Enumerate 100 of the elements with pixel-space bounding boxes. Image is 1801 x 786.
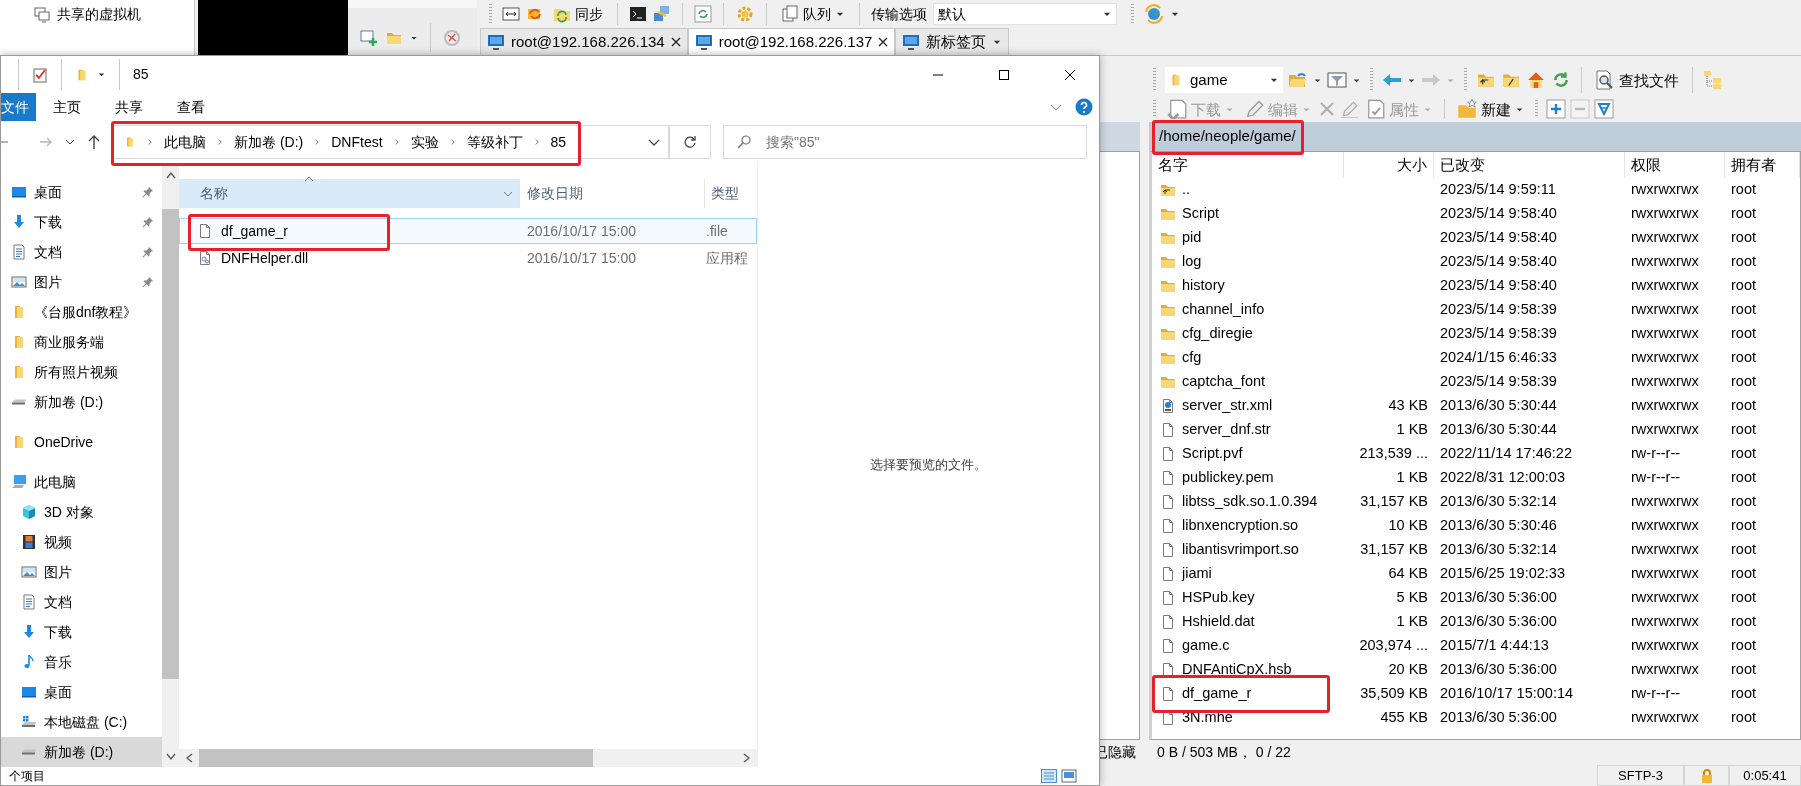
column-header[interactable]: 权限 (1625, 152, 1725, 178)
filter-icon[interactable] (1327, 71, 1347, 89)
breadcrumb-item[interactable]: 85 (550, 131, 567, 153)
file-name[interactable]: cfg_diregie (1182, 323, 1253, 345)
file-name[interactable]: pid (1182, 227, 1202, 249)
file-name[interactable]: .. (1182, 179, 1191, 201)
settings-icon[interactable] (735, 4, 755, 24)
location-dropdown[interactable]: game (1165, 67, 1283, 93)
nav-item[interactable]: 视频 (1, 527, 162, 557)
breadcrumb-item[interactable]: 等级补丁 (466, 131, 523, 153)
back-arrow-icon[interactable] (1382, 72, 1402, 88)
file-row[interactable]: pid 2023/5/14 9:58:40 rwxrwxrwx root (1152, 226, 1800, 250)
file-name[interactable]: Hshield.dat (1182, 611, 1255, 633)
nav-item[interactable]: 图片 (1, 557, 162, 587)
ribbon-tab[interactable]: 共享 (98, 93, 160, 121)
nav-item[interactable]: 音乐 (1, 647, 162, 677)
search-field[interactable]: 搜索"85" (723, 125, 1087, 159)
nav-item[interactable]: 所有照片视频 (1, 357, 162, 387)
file-row[interactable]: history 2023/5/14 9:58:40 rwxrwxrwx root (1152, 274, 1800, 298)
file-name[interactable]: Script.pvf (1182, 443, 1243, 465)
file-name[interactable]: log (1182, 251, 1202, 273)
file-name[interactable]: HSPub.key (1182, 587, 1255, 609)
column-header[interactable]: 类型 (705, 179, 757, 208)
file-name[interactable]: libantisvrimport.so (1182, 539, 1299, 561)
rename-icon[interactable] (1340, 100, 1358, 118)
nav-item[interactable]: 下载 (1, 617, 162, 647)
up-icon[interactable] (87, 134, 101, 150)
compare-icon[interactable] (502, 6, 520, 22)
nav-item[interactable]: 图片 (1, 267, 162, 297)
file-name[interactable]: captcha_font (1182, 371, 1266, 393)
home-icon[interactable] (1526, 71, 1546, 89)
file-row[interactable]: cfg 2024/1/15 6:46:33 rwxrwxrwx root (1152, 346, 1800, 370)
file-row[interactable]: df_game_r 2016/10/17 15:00 .file (179, 218, 757, 244)
globe-sync-icon[interactable] (1144, 4, 1164, 24)
pin-icon[interactable] (142, 216, 154, 228)
forward-icon[interactable] (39, 135, 53, 149)
file-row[interactable]: captcha_font 2023/5/14 9:58:39 rwxrwxrwx root (1152, 370, 1800, 394)
file-name[interactable]: df_game_r (1182, 683, 1252, 705)
open-folder-icon[interactable] (1288, 71, 1308, 89)
large-icons-view-icon[interactable] (1061, 769, 1077, 783)
pin-icon[interactable] (142, 186, 154, 198)
file-name[interactable]: jiami (1182, 563, 1212, 585)
file-row[interactable]: cfg_diregie 2023/5/14 9:58:39 rwxrwxrwx root (1152, 322, 1800, 346)
file-row[interactable]: libnxencryption.so 10 KB 2013/6/30 5:30:46 rwxrwxrwx root (1152, 514, 1800, 538)
file-row[interactable]: DNFAntiCpX.hsb 20 KB 2013/6/30 5:36:00 rwxrwxrwx root (1152, 658, 1800, 682)
nav-item[interactable]: 新加卷 (D:) (1, 387, 162, 417)
root-folder-icon[interactable] (1501, 71, 1521, 89)
nav-item[interactable]: 本地磁盘 (C:) (1, 707, 162, 737)
file-row[interactable]: game.c 203,974 ... 2015/7/1 4:44:13 rwxrwxrwx root (1152, 634, 1800, 658)
ribbon-tab[interactable]: 主页 (36, 93, 98, 121)
file-row[interactable]: server_str.xml 43 KB 2013/6/30 5:30:44 rwxrwxrwx root (1152, 394, 1800, 418)
find-files-button[interactable]: 查找文件 (1592, 70, 1682, 90)
tree-icon[interactable] (1703, 70, 1723, 90)
nav-item[interactable]: 文档 (1, 237, 162, 267)
parent-folder-icon[interactable] (1476, 71, 1496, 89)
file-name[interactable]: Script (1182, 203, 1220, 225)
filter-icon[interactable] (1594, 99, 1614, 119)
nav-item[interactable]: 《台服dnf教程》 (1, 297, 162, 327)
file-row[interactable]: log 2023/5/14 9:58:40 rwxrwxrwx root (1152, 250, 1800, 274)
new-window-icon[interactable] (360, 28, 378, 47)
file-name[interactable]: libnxencryption.so (1182, 515, 1299, 537)
nav-item[interactable]: 新加卷 (D:) (1, 737, 162, 767)
address-bar[interactable]: 此电脑 新加卷 (D:) DNFtest 实验 等级补丁 85 (113, 125, 669, 159)
nav-item[interactable]: 下载 (1, 207, 162, 237)
file-name[interactable]: DNFHelper.dll (221, 247, 309, 269)
nav-item[interactable]: 桌面 (1, 677, 162, 707)
disconnect-icon[interactable] (443, 28, 461, 47)
column-header[interactable]: 拥有者 (1725, 152, 1800, 178)
breadcrumb-item[interactable]: 实验 (410, 131, 439, 153)
column-header[interactable]: 名称 (179, 179, 519, 208)
file-row[interactable]: .. 2023/5/14 9:59:11 rwxrwxrwx root (1152, 178, 1800, 202)
caret-icon[interactable] (97, 70, 106, 79)
close-icon[interactable] (670, 37, 681, 47)
file-row[interactable]: DNFHelper.dll 2016/10/17 15:00 应用程 (179, 245, 757, 271)
session-tab[interactable]: root@192.168.226.137 (687, 28, 896, 55)
file-row[interactable]: server_dnf.str 1 KB 2013/6/30 5:30:44 rwxrwxrwx root (1152, 418, 1800, 442)
column-header[interactable]: 名字 (1152, 152, 1344, 178)
refresh-icon[interactable] (694, 5, 712, 23)
nav-item[interactable]: 此电脑 (1, 467, 162, 497)
file-name[interactable]: publickey.pem (1182, 467, 1274, 489)
session-tab[interactable]: root@192.168.226.134 (480, 28, 688, 55)
queue-button[interactable]: 队列 (778, 5, 848, 23)
session-tab[interactable]: 新标签页 (895, 28, 1010, 55)
file-row[interactable]: publickey.pem 1 KB 2022/8/31 12:00:03 rw-r--r-- root (1152, 466, 1800, 490)
breadcrumb-item[interactable]: DNFtest (331, 131, 383, 153)
column-header[interactable]: 大小 (1344, 152, 1434, 178)
close-icon[interactable] (878, 37, 889, 47)
nav-item[interactable]: 桌面 (1, 177, 162, 207)
file-row[interactable]: jiami 64 KB 2015/6/25 19:02:33 rwxrwxrwx root (1152, 562, 1800, 586)
scrollbar[interactable] (179, 749, 757, 767)
file-row[interactable]: df_game_r 35,509 KB 2016/10/17 15:00:14 rw-r--r-- root (1152, 682, 1800, 706)
sync-button[interactable]: 同步 (550, 5, 606, 23)
help-icon[interactable] (1075, 98, 1093, 116)
transfer-preset-dropdown[interactable]: 默认 (933, 3, 1117, 25)
file-name[interactable]: cfg (1182, 347, 1202, 369)
library-item[interactable]: 共享的虚拟机 (57, 4, 141, 25)
file-name[interactable]: DNFAntiCpX.hsb (1182, 659, 1292, 681)
toolbar-button[interactable]: 新建 (1454, 99, 1527, 119)
file-row[interactable]: channel_info 2023/5/14 9:58:39 rwxrwxrwx root (1152, 298, 1800, 322)
file-row[interactable]: Hshield.dat 1 KB 2013/6/30 5:36:00 rwxrwxrwx root (1152, 610, 1800, 634)
